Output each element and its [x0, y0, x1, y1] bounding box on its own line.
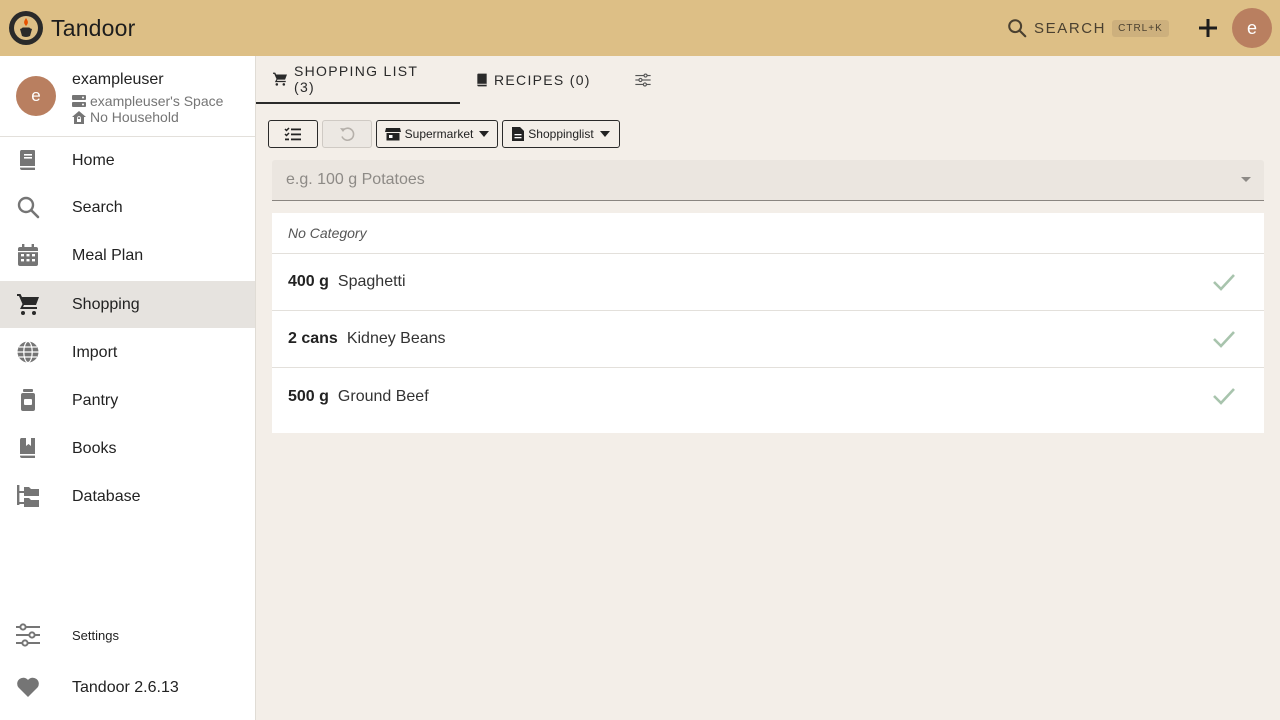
entry-food: Ground Beef	[337, 387, 429, 405]
tab-settings[interactable]	[614, 56, 678, 104]
sidebar-item-label: Tandoor 2.6.13	[72, 678, 179, 696]
check-icon[interactable]	[1212, 272, 1236, 292]
app-title[interactable]: Tandoor	[51, 15, 136, 42]
tab-shopping-list[interactable]: SHOPPING LIST (3)	[256, 56, 460, 104]
list-item[interactable]: 400 g Spaghetti	[272, 254, 1264, 311]
undo-button[interactable]	[322, 120, 372, 148]
search-icon	[17, 196, 40, 219]
sidebar-item-label: Meal Plan	[72, 246, 144, 264]
sidebar-item-label: Database	[72, 487, 141, 505]
book-icon	[19, 150, 35, 170]
sidebar-item-label: Shopping	[72, 295, 140, 313]
top-app-bar: Tandoor SEARCH CTRL+K e	[0, 0, 1280, 56]
global-search-button[interactable]: SEARCH CTRL+K	[1006, 16, 1169, 40]
add-entry-field[interactable]	[272, 160, 1264, 201]
shopping-tabs: SHOPPING LIST (3) RECIPES (0)	[256, 56, 678, 104]
sidebar-item-label: Home	[72, 151, 115, 169]
category-header: No Category	[272, 213, 1264, 254]
sliders-icon	[635, 73, 651, 87]
create-button[interactable]	[1194, 14, 1222, 42]
entry-food: Kidney Beans	[346, 330, 446, 347]
cart-icon	[17, 294, 39, 315]
user-household-label: No Household	[90, 109, 179, 125]
sidebar-item-version[interactable]: Tandoor 2.6.13	[0, 664, 255, 711]
shoppinglist-select[interactable]: Shoppinglist	[502, 120, 620, 148]
entry-food: Spaghetti	[337, 273, 406, 290]
sidebar-item-database[interactable]: Database	[0, 473, 255, 520]
sidebar-item-meal-plan[interactable]: Meal Plan	[0, 232, 255, 279]
sidebar-item-shopping[interactable]: Shopping	[0, 281, 255, 328]
shopping-toolbar: Supermarket Shoppinglist	[268, 120, 620, 148]
avatar: e	[16, 76, 56, 116]
tab-label: RECIPES (0)	[494, 72, 591, 88]
user-name: exampleuser	[72, 71, 164, 88]
shopping-list: No Category 400 g Spaghetti 2 cans Kidne…	[272, 213, 1264, 433]
entry-amount: 500 g	[288, 387, 329, 405]
sidebar-item-search[interactable]: Search	[0, 184, 255, 231]
sidebar-item-pantry[interactable]: Pantry	[0, 377, 255, 424]
server-icon	[72, 95, 86, 107]
supermarket-label: Supermarket	[404, 127, 474, 141]
bookmark-book-icon	[19, 438, 35, 458]
select-entries-button[interactable]	[268, 120, 318, 148]
check-icon[interactable]	[1212, 329, 1236, 349]
sidebar: e exampleuser exampleuser's Space No Hou…	[0, 56, 256, 720]
sidebar-item-label: Import	[72, 343, 118, 361]
undo-icon	[340, 127, 355, 141]
sidebar-item-label: Search	[72, 198, 123, 216]
cart-icon	[272, 72, 287, 86]
shoppinglist-label: Shoppinglist	[528, 127, 594, 141]
sidebar-item-settings[interactable]: Settings	[0, 612, 255, 659]
sidebar-item-home[interactable]: Home	[0, 137, 255, 184]
tandoor-logo-icon[interactable]	[9, 11, 43, 45]
caret-down-icon	[479, 131, 490, 137]
entry-amount: 400 g	[288, 273, 329, 290]
sidebar-item-label: Pantry	[72, 391, 119, 409]
folder-tree-icon	[17, 485, 39, 507]
supermarket-select[interactable]: Supermarket	[376, 120, 498, 148]
list-item[interactable]: 2 cans Kidney Beans	[272, 311, 1264, 368]
sidebar-item-label: Settings	[72, 628, 119, 643]
book-icon	[477, 73, 487, 87]
tab-label: SHOPPING LIST (3)	[293, 63, 418, 95]
jar-icon	[21, 389, 35, 411]
sidebar-item-import[interactable]: Import	[0, 329, 255, 376]
heart-icon	[17, 677, 39, 697]
calendar-icon	[18, 244, 38, 266]
search-icon	[1008, 19, 1027, 38]
entry-amount: 2 cans	[288, 330, 338, 347]
list-item[interactable]: 500 g Ground Beef	[272, 368, 1264, 425]
globe-icon	[17, 340, 39, 364]
store-icon	[384, 128, 401, 141]
add-entry-input[interactable]	[286, 171, 1206, 189]
search-shortcut-badge: CTRL+K	[1112, 19, 1169, 37]
user-space-label: exampleuser's Space	[90, 93, 224, 109]
user-profile[interactable]: e exampleuser exampleuser's Space No Hou…	[0, 56, 255, 137]
caret-down-icon	[599, 131, 610, 137]
home-lock-icon	[72, 110, 86, 124]
check-icon[interactable]	[1212, 386, 1236, 406]
chevron-down-icon[interactable]	[1241, 177, 1251, 182]
sidebar-item-label: Books	[72, 439, 117, 457]
search-label: SEARCH	[1034, 19, 1107, 37]
sliders-icon	[16, 623, 40, 647]
document-icon	[512, 127, 525, 141]
user-avatar-button[interactable]: e	[1232, 8, 1272, 48]
plus-icon	[1199, 19, 1217, 37]
tab-recipes[interactable]: RECIPES (0)	[460, 56, 614, 104]
user-household: No Household	[72, 109, 179, 125]
user-space: exampleuser's Space	[72, 93, 223, 109]
sidebar-item-books[interactable]: Books	[0, 425, 255, 472]
checklist-icon	[284, 127, 301, 141]
